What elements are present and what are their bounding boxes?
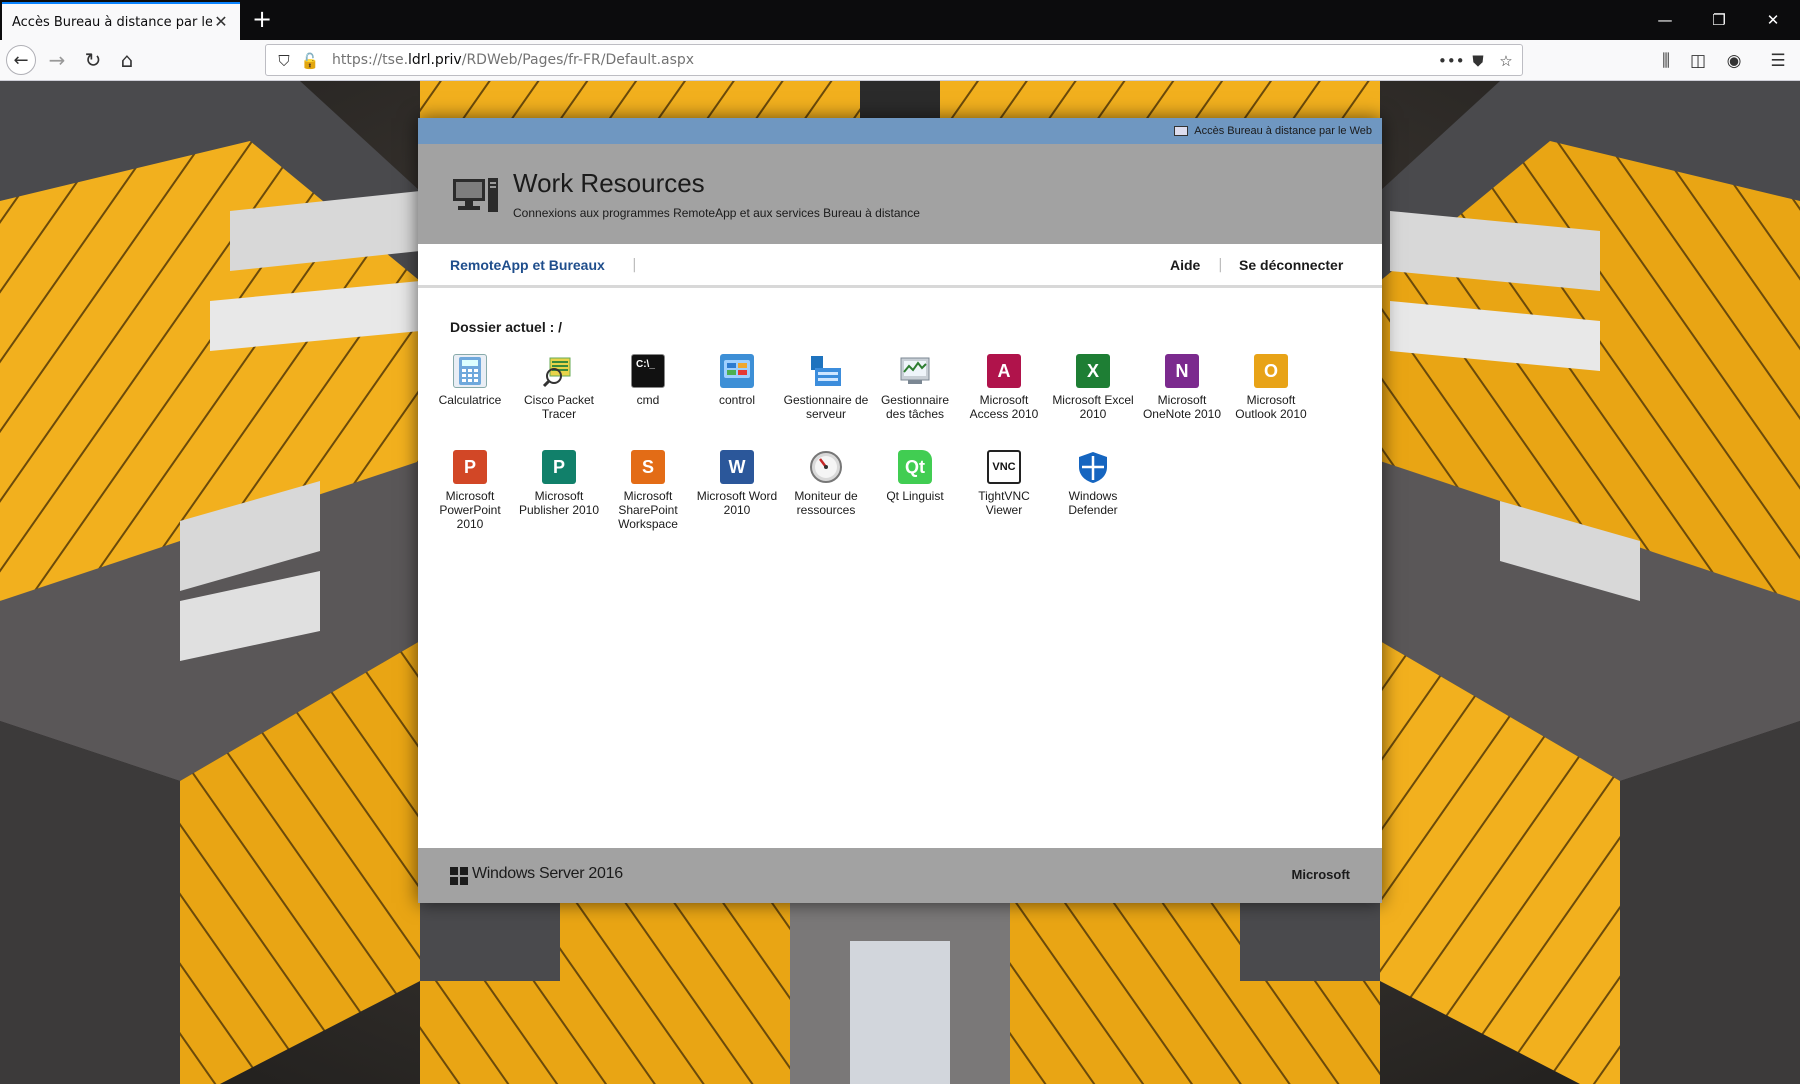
tightvnc-icon: VNC (987, 450, 1021, 484)
close-window-button[interactable]: ✕ (1746, 0, 1800, 40)
app-publisher-2010[interactable]: P Microsoft Publisher 2010 (515, 450, 603, 517)
url-bar[interactable]: ⛉ 🔓 https://tse.ldrl.priv/RDWeb/Pages/fr… (265, 44, 1523, 76)
app-label: Moniteur de ressources (794, 489, 858, 517)
app-label: Microsoft Access 2010 (969, 393, 1039, 421)
nav-separator: | (632, 257, 637, 273)
page-actions-icon[interactable]: ••• (1438, 51, 1465, 71)
page-title: Work Resources (513, 168, 705, 198)
app-label: TightVNC Viewer (978, 489, 1030, 517)
url-text[interactable]: https://tse.ldrl.priv/RDWeb/Pages/fr-FR/… (332, 52, 694, 68)
outlook-icon: O (1254, 354, 1288, 388)
app-resource-monitor[interactable]: Moniteur de ressources (782, 450, 870, 517)
windows-logo-icon (450, 867, 468, 885)
app-label: Microsoft Publisher 2010 (518, 489, 600, 517)
app-tightvnc-viewer[interactable]: VNC TightVNC Viewer (960, 450, 1048, 517)
browser-tab-bar: Accès Bureau à distance par le Web ✕ + —… (0, 0, 1800, 40)
tracking-shield-icon[interactable]: ⛉ (274, 51, 294, 71)
packet-tracer-icon (542, 354, 576, 388)
app-label: Microsoft OneNote 2010 (1142, 393, 1222, 421)
reload-button[interactable]: ↻ (78, 45, 108, 75)
excel-icon: X (1076, 354, 1110, 388)
app-label: Microsoft Word 2010 (696, 489, 778, 517)
tab-title: Accès Bureau à distance par le Web (12, 14, 212, 30)
app-calculatrice[interactable]: Calculatrice (426, 354, 514, 407)
browser-tab[interactable]: Accès Bureau à distance par le Web ✕ (2, 2, 240, 40)
rdweb-top-strip-label: Accès Bureau à distance par le Web (1194, 125, 1372, 137)
tab-remoteapp[interactable]: RemoteApp et Bureaux (450, 257, 605, 273)
nav-separator: | (1218, 257, 1223, 273)
account-icon[interactable]: ◉ (1722, 49, 1746, 73)
app-label: Gestionnaire de serveur (783, 393, 869, 421)
insecure-lock-icon[interactable]: 🔓 (300, 51, 320, 71)
app-access-2010[interactable]: A Microsoft Access 2010 (960, 354, 1048, 421)
app-outlook-2010[interactable]: O Microsoft Outlook 2010 (1227, 354, 1315, 421)
rdweb-top-strip: Accès Bureau à distance par le Web (418, 118, 1382, 144)
app-label: Microsoft Outlook 2010 (1235, 393, 1307, 421)
app-cisco-packet-tracer[interactable]: Cisco Packet Tracer (515, 354, 603, 421)
app-label: cmd (636, 393, 660, 407)
restore-button[interactable]: ❐ (1692, 0, 1746, 40)
app-label: Gestionnaire des tâches (880, 393, 950, 421)
tab-close-icon[interactable]: ✕ (212, 13, 230, 31)
app-windows-defender[interactable]: Windows Defender (1049, 450, 1137, 517)
sharepoint-workspace-icon: S (631, 450, 665, 484)
app-label: Qt Linguist (886, 489, 944, 503)
windows-defender-icon (1076, 450, 1110, 484)
rdweb-header: Work Resources Connexions aux programmes… (418, 144, 1382, 244)
menu-icon[interactable]: ☰ (1766, 49, 1790, 73)
workstation-icon (453, 178, 498, 212)
qt-linguist-icon: Qt (898, 450, 932, 484)
task-manager-icon (898, 354, 932, 388)
publisher-icon: P (542, 450, 576, 484)
back-button[interactable]: ← (6, 45, 36, 75)
remote-desktop-icon (1174, 126, 1189, 136)
page-subtitle: Connexions aux programmes RemoteApp et a… (513, 206, 920, 220)
help-link[interactable]: Aide (1170, 257, 1200, 273)
onenote-icon: N (1165, 354, 1199, 388)
resource-monitor-icon (809, 450, 843, 484)
app-label: Microsoft SharePoint Workspace (618, 489, 678, 531)
powerpoint-icon: P (453, 450, 487, 484)
app-qt-linguist[interactable]: Qt Qt Linguist (871, 450, 959, 503)
logout-link[interactable]: Se déconnecter (1239, 257, 1343, 273)
word-icon: W (720, 450, 754, 484)
bookmark-star-icon[interactable]: ☆ (1496, 51, 1516, 71)
minimize-button[interactable]: — (1638, 0, 1692, 40)
rdweb-footer: Windows Server 2016 Microsoft (418, 848, 1382, 903)
app-sharepoint-workspace[interactable]: S Microsoft SharePoint Workspace (604, 450, 692, 531)
cmd-icon: C:\_ (631, 354, 665, 388)
app-label: Windows Defender (1068, 489, 1118, 517)
new-tab-button[interactable]: + (248, 6, 276, 34)
sidebar-icon[interactable]: ◫ (1686, 49, 1710, 73)
app-task-manager[interactable]: Gestionnaire des tâches (871, 354, 959, 421)
forward-button[interactable]: → (42, 45, 72, 75)
home-button[interactable]: ⌂ (112, 45, 142, 75)
current-folder: Dossier actuel : / (450, 319, 563, 335)
server-manager-icon (809, 354, 843, 388)
app-word-2010[interactable]: W Microsoft Word 2010 (693, 450, 781, 517)
app-excel-2010[interactable]: X Microsoft Excel 2010 (1049, 354, 1137, 421)
rdweb-nav: RemoteApp et Bureaux | Aide | Se déconne… (418, 244, 1382, 288)
browser-toolbar: ← → ↻ ⌂ ⛉ 🔓 https://tse.ldrl.priv/RDWeb/… (0, 40, 1800, 81)
control-panel-icon (720, 354, 754, 388)
app-label: Calculatrice (438, 393, 502, 407)
app-label: Cisco Packet Tracer (523, 393, 595, 421)
app-label: Microsoft PowerPoint 2010 (439, 489, 501, 531)
library-icon[interactable]: ⫼ (1654, 49, 1678, 73)
footer-brand-label: Microsoft (1291, 867, 1351, 882)
app-powerpoint-2010[interactable]: P Microsoft PowerPoint 2010 (426, 450, 514, 531)
rdweb-window: Accès Bureau à distance par le Web Work … (418, 118, 1382, 903)
app-label: Microsoft Excel 2010 (1052, 393, 1134, 421)
pocket-icon[interactable]: ⛊ (1468, 51, 1488, 71)
access-icon: A (987, 354, 1021, 388)
app-label: control (718, 393, 756, 407)
app-control[interactable]: control (693, 354, 781, 407)
footer-os-label: Windows Server 2016 (472, 865, 623, 882)
app-server-manager[interactable]: Gestionnaire de serveur (782, 354, 870, 421)
app-onenote-2010[interactable]: N Microsoft OneNote 2010 (1138, 354, 1226, 421)
calculator-icon (453, 354, 487, 388)
app-cmd[interactable]: C:\_ cmd (604, 354, 692, 407)
